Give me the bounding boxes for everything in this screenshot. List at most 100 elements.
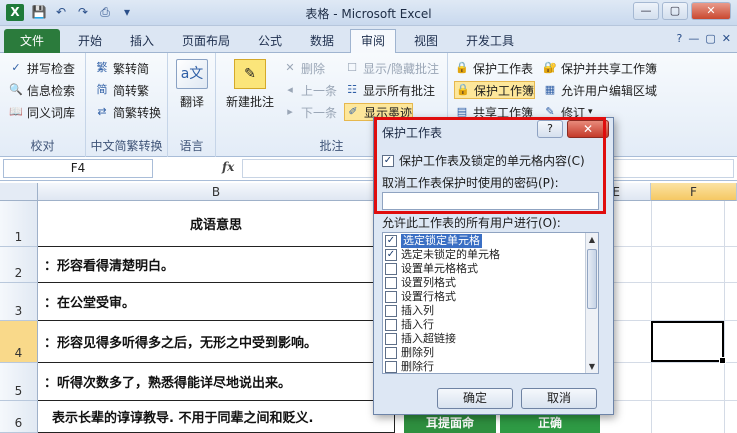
select-all-corner[interactable] — [0, 183, 38, 201]
dialog-help-button[interactable]: ? — [537, 120, 563, 138]
previous-comment-button[interactable]: ◂ 上一条 — [282, 81, 337, 99]
permission-checkbox[interactable] — [385, 263, 397, 275]
next-comment-button[interactable]: ▸ 下一条 — [282, 103, 337, 121]
cell-b2[interactable]: ：形容看得清楚明白。 — [38, 247, 395, 283]
permission-checkbox[interactable] — [385, 319, 397, 331]
permission-select-unlocked[interactable]: ✓ 选定未锁定的单元格 — [385, 248, 500, 262]
tab-formulas[interactable]: 公式 — [248, 30, 292, 52]
tab-home[interactable]: 开始 — [68, 30, 112, 52]
minimize-ribbon-icon[interactable]: — — [688, 32, 699, 45]
permission-checkbox[interactable]: ✓ — [385, 235, 397, 247]
permission-insert-rows[interactable]: 插入行 — [385, 318, 434, 332]
allow-edit-ranges-icon: ▦ — [544, 83, 556, 96]
research-icon: 🔍 — [9, 83, 23, 96]
permissions-list[interactable]: ✓ 选定锁定单元格 ✓ 选定未锁定的单元格 设置单元格格式 设置列格式 设置行格式 … — [382, 232, 599, 374]
close-workbook-icon[interactable]: ✕ — [722, 32, 731, 45]
permission-insert-hyperlinks[interactable]: 插入超链接 — [385, 332, 456, 346]
delete-comment-button[interactable]: ✕ 删除 — [282, 59, 325, 77]
simp-to-trad-icon: 简 — [96, 83, 108, 96]
permission-checkbox[interactable] — [385, 347, 397, 359]
cell-b6[interactable]: 表示长辈的谆谆教导. 不用于同辈之间和贬义. — [38, 401, 395, 433]
scroll-up-icon[interactable]: ▲ — [586, 233, 598, 246]
group-language: a文 翻译 语言 — [168, 53, 216, 157]
column-header-f[interactable]: F — [651, 183, 737, 201]
cell-b4[interactable]: ：形容见得多听得多之后，无形之中受到影响。 — [38, 321, 395, 363]
tab-review[interactable]: 审阅 — [350, 29, 396, 53]
column-header-b[interactable]: B — [38, 183, 395, 201]
tab-file[interactable]: 文件 — [4, 29, 60, 53]
allow-edit-ranges-button[interactable]: ▦ 允许用户编辑区域 — [542, 81, 657, 99]
cell-b5[interactable]: ：听得次数多了，熟悉得能详尽地说出来。 — [38, 363, 395, 401]
cell-b3[interactable]: ：在公堂受审。 — [38, 283, 395, 321]
cell-d6[interactable]: 耳提面命 — [404, 413, 496, 433]
name-box[interactable]: F4 — [3, 159, 153, 178]
protect-contents-checkbox[interactable]: ✓ — [382, 154, 394, 167]
protect-sheet-ribbon-button[interactable]: 🔒 保护工作表 — [454, 59, 533, 77]
cancel-button[interactable]: 取消 — [521, 388, 597, 409]
allow-users-label: 允许此工作表的所有用户进行(O): — [382, 216, 561, 230]
scrollbar-thumb[interactable] — [587, 249, 597, 309]
permission-delete-columns[interactable]: 删除列 — [385, 346, 434, 360]
permission-format-columns[interactable]: 设置列格式 — [385, 276, 456, 290]
permission-delete-rows[interactable]: 删除行 — [385, 360, 434, 373]
active-cell-f4[interactable] — [651, 321, 726, 364]
protect-workbook-button[interactable]: 🔒 保护工作簿 — [454, 81, 536, 99]
thesaurus-button[interactable]: 📖 同义词库 — [8, 103, 75, 121]
permission-checkbox[interactable] — [385, 361, 397, 373]
simp-to-trad-button[interactable]: 简简转繁 — [94, 81, 150, 99]
translate-button[interactable]: a文 翻译 — [174, 59, 210, 110]
ribbon-right-icons: ? — ▢ ✕ — [677, 32, 731, 45]
help-icon[interactable]: ? — [677, 32, 683, 45]
tab-view[interactable]: 视图 — [404, 30, 448, 52]
trad-to-simp-button[interactable]: 繁繁转简 — [94, 59, 150, 77]
row-header-2[interactable]: 2 — [0, 247, 38, 283]
cell-e6[interactable]: 正确 — [500, 413, 600, 433]
permission-format-rows[interactable]: 设置行格式 — [385, 290, 456, 304]
show-hide-comment-button[interactable]: ☐ 显示/隐藏批注 — [344, 59, 439, 77]
cell-b1[interactable]: 成语意思 — [38, 201, 395, 247]
ok-button[interactable]: 确定 — [437, 388, 513, 409]
permission-select-locked[interactable]: ✓ 选定锁定单元格 — [385, 234, 482, 248]
protect-share-button[interactable]: 🔐 保护并共享工作簿 — [542, 59, 657, 77]
close-button[interactable]: ✕ — [691, 2, 731, 20]
permission-checkbox[interactable] — [385, 305, 397, 317]
show-all-comments-button[interactable]: ☷ 显示所有批注 — [344, 81, 435, 99]
restore-workbook-icon[interactable]: ▢ — [705, 32, 715, 45]
research-button[interactable]: 🔍 信息检索 — [8, 81, 75, 99]
row-header-6[interactable]: 6 — [0, 401, 38, 433]
password-input[interactable] — [382, 192, 599, 210]
window-controls: — ▢ ✕ — [633, 2, 731, 20]
tab-page-layout[interactable]: 页面布局 — [172, 30, 240, 52]
permission-checkbox[interactable] — [385, 277, 397, 289]
row-header-5[interactable]: 5 — [0, 363, 38, 401]
row-header-4[interactable]: 4 — [0, 321, 38, 363]
tab-developer[interactable]: 开发工具 — [456, 30, 524, 52]
dialog-close-button[interactable]: ✕ — [567, 120, 609, 138]
permission-format-cells[interactable]: 设置单元格格式 — [385, 262, 478, 276]
trad-to-simp-icon: 繁 — [96, 61, 108, 74]
tab-insert[interactable]: 插入 — [120, 30, 164, 52]
group-proofing: ✓ 拼写检查 🔍 信息检索 📖 同义词库 校对 — [0, 53, 86, 157]
tab-data[interactable]: 数据 — [300, 30, 344, 52]
protect-sheet-dialog: 保护工作表 ? ✕ ✓ 保护工作表及锁定的单元格内容(C) 取消工作表保护时使用… — [373, 117, 614, 415]
scroll-down-icon[interactable]: ▼ — [586, 360, 598, 373]
ribbon-tabs: 文件 开始 插入 页面布局 公式 数据 审阅 视图 开发工具 ? — ▢ ✕ — [0, 26, 737, 53]
row-header-1[interactable]: 1 — [0, 201, 38, 247]
minimize-button[interactable]: — — [633, 2, 659, 20]
chinese-convert-button[interactable]: ⇄ 简繁转换 — [94, 103, 161, 121]
permission-checkbox[interactable]: ✓ — [385, 249, 397, 261]
permission-insert-columns[interactable]: 插入列 — [385, 304, 434, 318]
group-label-chinese: 中文简繁转换 — [90, 139, 163, 153]
new-comment-button[interactable]: ✎ 新建批注 — [224, 59, 276, 110]
permission-checkbox[interactable] — [385, 291, 397, 303]
protect-contents-checkbox-row[interactable]: ✓ 保护工作表及锁定的单元格内容(C) — [382, 152, 585, 169]
permissions-scrollbar[interactable]: ▲ ▼ — [585, 233, 598, 373]
group-label-proofing: 校对 — [30, 139, 55, 153]
show-ink-icon: ✐ — [348, 105, 358, 118]
restore-button[interactable]: ▢ — [662, 2, 688, 20]
protect-share-icon: 🔐 — [543, 61, 557, 74]
spell-check-button[interactable]: ✓ 拼写检查 — [8, 59, 75, 77]
insert-function-icon[interactable]: fx — [222, 160, 234, 174]
permission-checkbox[interactable] — [385, 333, 397, 345]
row-header-3[interactable]: 3 — [0, 283, 38, 321]
